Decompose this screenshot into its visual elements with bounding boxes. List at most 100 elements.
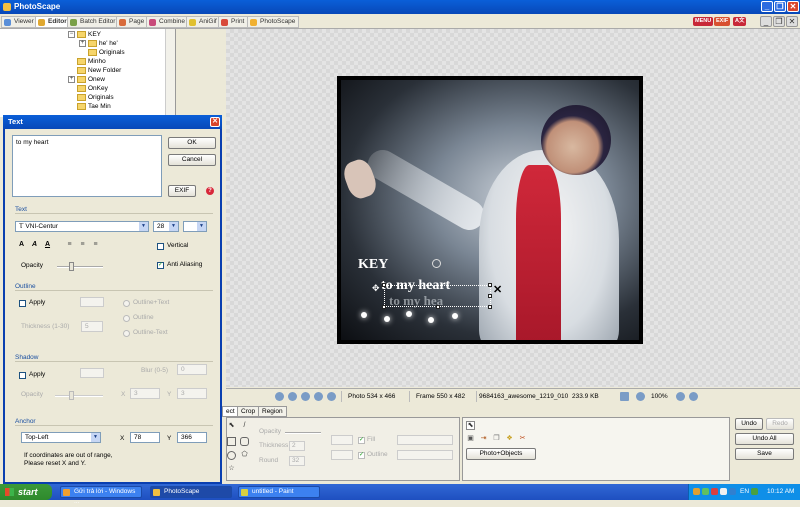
tab-batch-editor[interactable]: Batch Editor	[67, 16, 120, 28]
fill-select[interactable]	[397, 435, 453, 445]
taskbar-item-photoscape[interactable]: PhotoScape	[150, 486, 232, 498]
thickness-input[interactable]: 2	[289, 441, 305, 451]
outline-minus-text-radio[interactable]	[123, 330, 130, 337]
resize-handle[interactable]	[436, 305, 440, 309]
undo-button[interactable]: Undo	[735, 418, 763, 430]
rotate-right-icon[interactable]	[288, 392, 297, 401]
align-center-icon[interactable]: ≡	[78, 240, 87, 249]
anchor-x-input[interactable]: 78	[130, 432, 160, 443]
tab-page[interactable]: Page	[116, 16, 149, 28]
tree-item-originals[interactable]: Originals	[88, 48, 125, 57]
resize-handle[interactable]	[488, 305, 492, 309]
bold-icon[interactable]: A	[17, 240, 26, 249]
tree-item-he-he[interactable]: + he' he'	[79, 39, 118, 48]
flip-icon[interactable]	[301, 392, 310, 401]
blur-input[interactable]: 0	[177, 364, 207, 375]
expand-icon[interactable]: +	[68, 76, 75, 83]
text-input[interactable]: to my heart	[12, 135, 162, 197]
round-input[interactable]: 32	[289, 456, 305, 466]
color-picker[interactable]	[331, 435, 353, 445]
shadow-opacity-slider-thumb[interactable]	[69, 391, 74, 400]
fit-screen-icon[interactable]	[620, 392, 629, 401]
volume-icon[interactable]	[751, 488, 758, 495]
shadow-x-input[interactable]: 3	[130, 388, 160, 399]
panel-close-button[interactable]: ✕	[786, 16, 798, 27]
anchor-select[interactable]: Top-Left ▼	[21, 432, 101, 443]
copy-icon[interactable]: ❐	[492, 435, 501, 444]
tree-item-originals-2[interactable]: Originals	[77, 93, 114, 102]
tree-item-tae-min[interactable]: Tae Min	[77, 102, 111, 111]
vertical-checkbox[interactable]	[157, 243, 164, 250]
star-icon[interactable]: ☆	[227, 465, 236, 474]
import-icon[interactable]: ⇥	[479, 435, 488, 444]
ok-button[interactable]: OK	[168, 137, 216, 149]
outline-plus-text-radio[interactable]	[123, 300, 130, 307]
resize-handle[interactable]	[488, 283, 492, 287]
dialog-close-button[interactable]: ✕	[210, 117, 220, 127]
tab-editor[interactable]: Editor	[35, 16, 71, 28]
zoom-fit-icon[interactable]	[636, 392, 645, 401]
polygon-icon[interactable]: ⬠	[240, 451, 249, 460]
delete-object-icon[interactable]: ✕	[493, 283, 502, 296]
tree-item-key[interactable]: − KEY	[68, 30, 101, 39]
pointer-icon[interactable]: ⬉	[227, 422, 236, 431]
fill-checkbox[interactable]: ✓	[358, 437, 365, 444]
rectangle-icon[interactable]	[227, 437, 236, 446]
anchor-y-input[interactable]: 366	[177, 432, 207, 443]
photo-objects-button[interactable]: Photo+Objects	[466, 448, 536, 460]
text-selection-box[interactable]	[384, 285, 491, 307]
shadow-opacity-slider[interactable]	[55, 395, 103, 397]
tab-combine[interactable]: Combine	[146, 16, 190, 28]
tab-viewer[interactable]: Viewer	[1, 16, 38, 28]
tree-item-onew[interactable]: + Onew	[68, 75, 105, 84]
tab-region[interactable]: Region	[258, 406, 287, 417]
shadow-apply-checkbox[interactable]	[19, 372, 26, 379]
outline-color-picker[interactable]	[80, 297, 104, 307]
shadow-y-input[interactable]: 3	[177, 388, 207, 399]
rotate-handle-icon[interactable]	[432, 259, 441, 268]
undo-all-button[interactable]: Undo All	[735, 433, 794, 445]
language-badge[interactable]: A文	[733, 17, 747, 26]
tree-item-minho[interactable]: Minho	[77, 57, 106, 66]
panel-restore-button[interactable]: ❐	[773, 16, 785, 27]
outline-color-picker[interactable]	[331, 450, 353, 460]
restore-button[interactable]: ❐	[774, 1, 786, 12]
exif-badge[interactable]: EXIF	[714, 17, 731, 26]
expand-icon[interactable]: +	[79, 40, 86, 47]
tree-scrollbar[interactable]	[165, 29, 175, 117]
tab-print[interactable]: Print	[218, 16, 249, 28]
underline-icon[interactable]: A	[43, 240, 52, 249]
opacity-slider-thumb[interactable]	[69, 262, 74, 271]
cancel-button[interactable]: Cancel	[168, 154, 216, 166]
redo-button[interactable]: Redo	[766, 418, 794, 430]
tray-icon[interactable]	[711, 488, 718, 495]
outline-select[interactable]	[397, 450, 453, 460]
taskbar-item-browser[interactable]: Gửi trả lời - Windows ...	[60, 486, 142, 505]
line-icon[interactable]: /	[240, 422, 249, 431]
tab-anigif[interactable]: AniGif	[186, 16, 221, 28]
tab-photoscape[interactable]: PhotoScape	[247, 16, 300, 28]
rounded-rect-icon[interactable]	[240, 437, 249, 446]
delete-icon[interactable]: ✂	[518, 435, 527, 444]
circle-icon[interactable]	[227, 451, 236, 460]
zoom-out-icon[interactable]	[689, 392, 698, 401]
save-button[interactable]: Save	[735, 448, 794, 460]
shadow-color-picker[interactable]	[80, 368, 104, 378]
group-icon[interactable]: ❖	[505, 435, 514, 444]
mirror-icon[interactable]	[314, 392, 323, 401]
outline-checkbox[interactable]: ✓	[358, 452, 365, 459]
italic-icon[interactable]: A	[30, 240, 39, 249]
tree-item-onkey[interactable]: OnKey	[77, 84, 108, 93]
outline-apply-checkbox[interactable]	[19, 300, 26, 307]
help-icon[interactable]: ?	[206, 187, 214, 195]
resize-handle[interactable]	[488, 294, 492, 298]
opacity-slider[interactable]	[57, 266, 103, 268]
tray-icon[interactable]	[720, 488, 727, 495]
outline-thickness-input[interactable]: 5	[81, 321, 103, 332]
rotate-left-icon[interactable]	[275, 392, 284, 401]
text-color-picker[interactable]: ▼	[183, 221, 207, 232]
exif-button[interactable]: EXIF	[168, 185, 196, 197]
tab-crop[interactable]: Crop	[237, 406, 260, 417]
zoom-in-icon[interactable]	[676, 392, 685, 401]
tray-icon[interactable]	[693, 488, 700, 495]
